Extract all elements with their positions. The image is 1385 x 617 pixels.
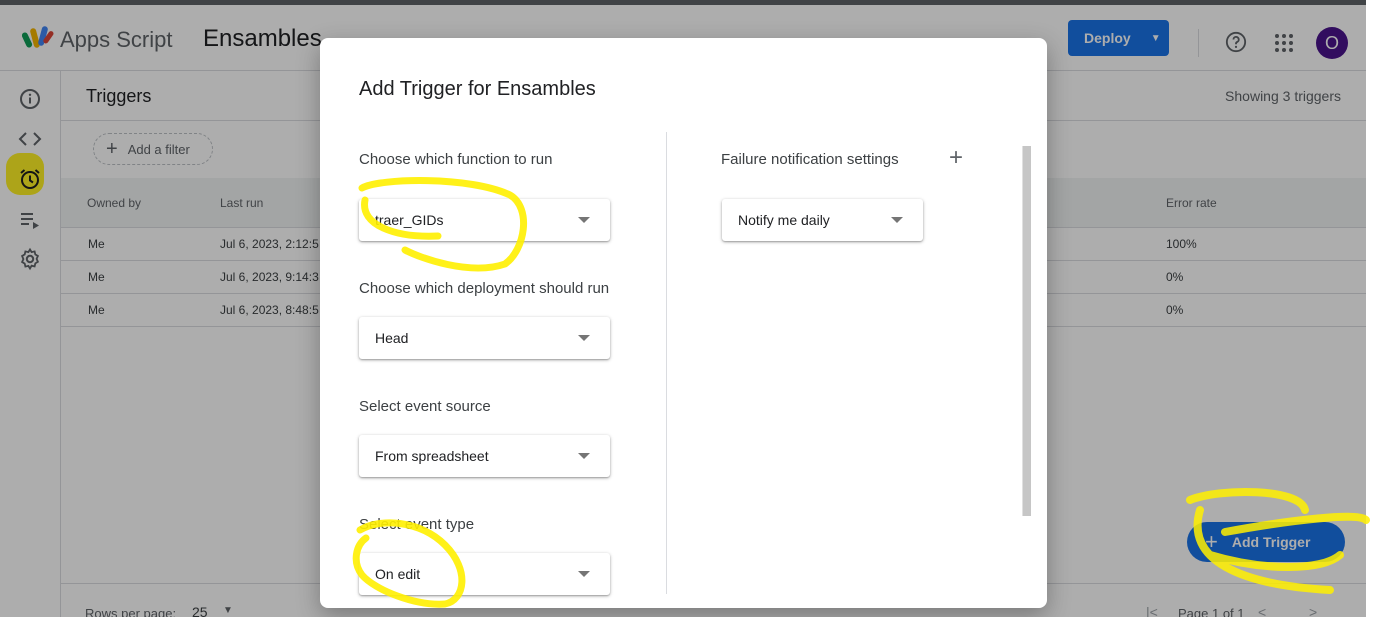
- deployment-label: Choose which deployment should run: [359, 280, 610, 297]
- failure-notification-select[interactable]: Notify me daily: [722, 199, 923, 241]
- function-select-value: traer_GIDs: [375, 212, 444, 228]
- divider: [666, 132, 667, 594]
- function-select[interactable]: traer_GIDs: [359, 199, 610, 241]
- dialog-scrollbar[interactable]: [1022, 146, 1031, 516]
- deployment-select-value: Head: [375, 330, 409, 346]
- failure-notification-select-value: Notify me daily: [738, 212, 830, 228]
- add-notification-icon[interactable]: +: [949, 146, 963, 170]
- dropdown-arrow-icon: [578, 335, 590, 341]
- dropdown-arrow-icon: [578, 453, 590, 459]
- event-source-label: Select event source: [359, 398, 491, 415]
- function-label: Choose which function to run: [359, 151, 553, 168]
- event-source-select-value: From spreadsheet: [375, 448, 489, 464]
- add-trigger-dialog: Add Trigger for Ensambles Choose which f…: [320, 38, 1047, 608]
- failure-notification-label: Failure notification settings: [721, 151, 899, 168]
- dropdown-arrow-icon: [578, 571, 590, 577]
- window-edge: [1366, 0, 1385, 617]
- event-type-select[interactable]: On edit: [359, 553, 610, 595]
- event-type-label: Select event type: [359, 516, 475, 533]
- dropdown-arrow-icon: [578, 217, 590, 223]
- deployment-select[interactable]: Head: [359, 317, 610, 359]
- event-type-select-value: On edit: [375, 566, 421, 582]
- dialog-title: Add Trigger for Ensambles: [359, 78, 596, 100]
- event-source-select[interactable]: From spreadsheet: [359, 435, 610, 477]
- dropdown-arrow-icon: [891, 217, 903, 223]
